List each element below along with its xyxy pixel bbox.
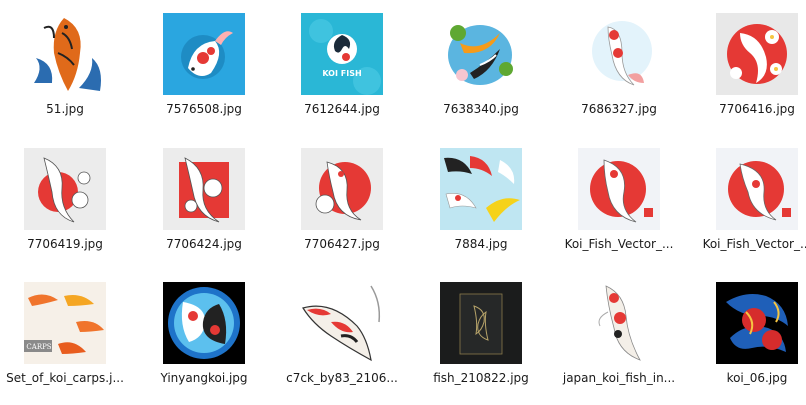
file-item[interactable]: 7638340.jpg [416,0,554,128]
file-item[interactable]: c7ck_by83_2106... [277,269,415,397]
overlay-text: CARPS [26,343,51,351]
file-item[interactable]: 7686327.jpg [554,0,692,128]
file-item[interactable]: Koi_Fish_Vector_... [554,135,692,263]
koi-set-thumbnail: CARPS [24,282,106,364]
file-item[interactable]: 7576508.jpg [139,0,277,128]
file-item[interactable]: Yinyangkoi.jpg [139,269,277,397]
koi-sun-thumbnail [578,148,660,230]
file-name: c7ck_by83_2106... [286,371,398,385]
file-name: Koi_Fish_Vector_... [702,237,806,251]
file-name: fish_210822.jpg [433,371,529,385]
file-name: 7706419.jpg [27,237,103,251]
file-item[interactable]: 7706424.jpg [139,135,277,263]
file-item[interactable]: CARPS Set_of_koi_carps.j... [0,269,138,397]
koi-sketch-thumbnail [163,148,245,230]
file-item[interactable]: 51.jpg [0,0,138,128]
file-item[interactable]: 7706416.jpg [692,0,806,128]
koi-illustration-thumbnail [163,13,245,95]
file-name: 7686327.jpg [581,102,657,116]
file-name: Koi_Fish_Vector_... [564,237,674,251]
koi-sticker-thumbnail [301,282,383,364]
koi-card-thumbnail [440,282,522,364]
file-name: 7884.jpg [454,237,508,251]
koi-pattern-thumbnail [716,13,798,95]
file-item[interactable]: Koi_Fish_Vector_... [692,135,806,263]
file-item[interactable]: fish_210822.jpg [416,269,554,397]
file-name: Yinyangkoi.jpg [160,371,248,385]
file-grid: 51.jpg 7576508.jpg KOI FISH 7612644.jpg … [0,0,806,405]
koi-sun-thumbnail [716,148,798,230]
koi-illustration-thumbnail [24,13,106,95]
file-item[interactable]: 7706419.jpg [0,135,138,263]
file-item[interactable]: japan_koi_fish_in... [554,269,692,397]
file-name: 7576508.jpg [166,102,242,116]
koi-pattern-thumbnail [440,148,522,230]
file-name: 51.jpg [46,102,84,116]
logo-text: KOI FISH [322,69,361,78]
file-name: Set_of_koi_carps.j... [6,371,124,385]
koi-illustration-thumbnail [578,13,660,95]
file-name: koi_06.jpg [726,371,788,385]
koi-sketch-thumbnail [24,148,106,230]
koi-yinyang-thumbnail [163,282,245,364]
file-name: 7638340.jpg [443,102,519,116]
file-name: 7706416.jpg [719,102,795,116]
koi-sun-thumbnail [301,148,383,230]
file-item[interactable]: 7706427.jpg [277,135,415,263]
file-name: 7706427.jpg [304,237,380,251]
file-name: 7706424.jpg [166,237,242,251]
koi-pond-thumbnail [440,13,522,95]
file-item[interactable]: koi_06.jpg [692,269,806,397]
koi-tattoo-thumbnail [716,282,798,364]
koi-illustration-thumbnail [578,282,660,364]
koi-logo-thumbnail: KOI FISH [301,13,383,95]
file-name: 7612644.jpg [304,102,380,116]
file-item[interactable]: KOI FISH 7612644.jpg [277,0,415,128]
file-item[interactable]: 7884.jpg [416,135,554,263]
file-name: japan_koi_fish_in... [562,371,676,385]
